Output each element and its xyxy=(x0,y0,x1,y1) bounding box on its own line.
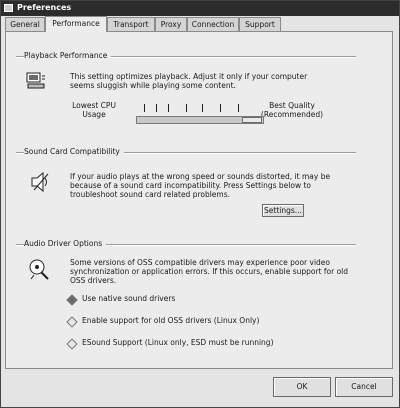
preferences-window: Preferences General Performance Transpor… xyxy=(0,0,400,408)
window-menu-icon[interactable] xyxy=(4,4,13,12)
window-title: Preferences xyxy=(17,3,72,12)
audio-driver-section-title: Audio Driver Options xyxy=(24,239,107,248)
slider-tick xyxy=(220,104,221,112)
playback-description: This setting optimizes playback. Adjust … xyxy=(70,72,308,90)
cancel-button[interactable]: Cancel xyxy=(335,377,393,397)
speaker-icon xyxy=(31,171,49,193)
soundcard-section-title: Sound Card Compatibility xyxy=(24,147,124,156)
slider-left-label: Lowest CPU Usage xyxy=(72,101,116,119)
slider-tick xyxy=(238,104,239,112)
audio-driver-description: Some versions of OSS compatible drivers … xyxy=(70,258,349,285)
old-oss-label[interactable]: Enable support for old OSS drivers (Linu… xyxy=(82,316,259,325)
tab-general[interactable]: General xyxy=(5,17,45,31)
slider-tick xyxy=(168,104,169,112)
slider-tick xyxy=(156,104,157,112)
settings-button[interactable]: Settings... xyxy=(262,204,304,217)
slider-tick xyxy=(202,104,203,112)
slider-thumb[interactable] xyxy=(242,117,262,123)
tab-performance[interactable]: Performance xyxy=(45,16,107,32)
driver-icon xyxy=(29,259,49,280)
old-oss-radio[interactable] xyxy=(66,316,78,328)
slider-tick xyxy=(144,104,145,112)
native-drivers-label[interactable]: Use native sound drivers xyxy=(82,294,175,303)
esound-label[interactable]: ESound Support (Linux only, ESD must be … xyxy=(82,338,274,347)
ok-button[interactable]: OK xyxy=(273,377,331,397)
performance-panel: Playback Performance This setting optimi… xyxy=(5,31,393,369)
tab-proxy[interactable]: Proxy xyxy=(155,17,187,31)
slider-right-label: Best Quality (Recommended) xyxy=(260,101,324,119)
tab-connection[interactable]: Connection xyxy=(187,17,239,31)
playback-section-title: Playback Performance xyxy=(24,51,112,60)
tab-support[interactable]: Support xyxy=(239,17,281,31)
slider-tick xyxy=(186,104,187,112)
esound-radio[interactable] xyxy=(66,338,78,350)
soundcard-description: If your audio plays at the wrong speed o… xyxy=(70,172,331,199)
tab-transport[interactable]: Transport xyxy=(107,17,155,31)
computer-icon xyxy=(26,72,45,89)
quality-slider[interactable] xyxy=(136,116,264,124)
native-drivers-radio[interactable] xyxy=(66,294,78,306)
title-bar[interactable]: Preferences xyxy=(1,1,399,16)
